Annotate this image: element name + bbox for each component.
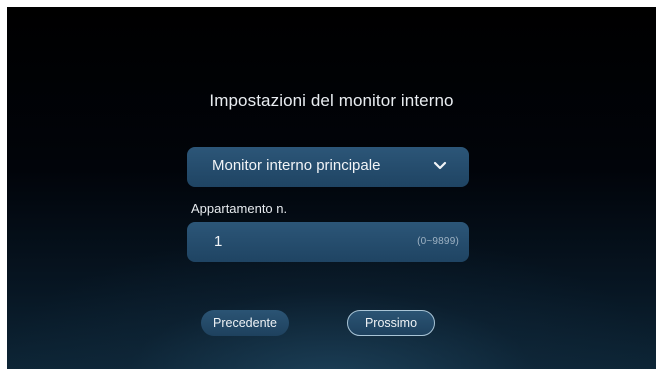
monitor-type-dropdown[interactable]: Monitor interno principale: [187, 147, 469, 187]
apartment-range-hint: (0~9899): [417, 236, 459, 247]
previous-button[interactable]: Precedente: [201, 310, 289, 336]
monitor-type-selected: Monitor interno principale: [212, 157, 381, 174]
apartment-number-value: 1: [214, 233, 223, 250]
page-title: Impostazioni del monitor interno: [209, 91, 454, 110]
setup-screen: Impostazioni del monitor interno Monitor…: [7, 7, 656, 369]
apartment-number-input[interactable]: 1 (0~9899): [187, 222, 469, 262]
next-button[interactable]: Prossimo: [347, 310, 435, 336]
chevron-down-icon: [433, 161, 447, 170]
apartment-number-label: Appartamento n.: [191, 201, 288, 216]
